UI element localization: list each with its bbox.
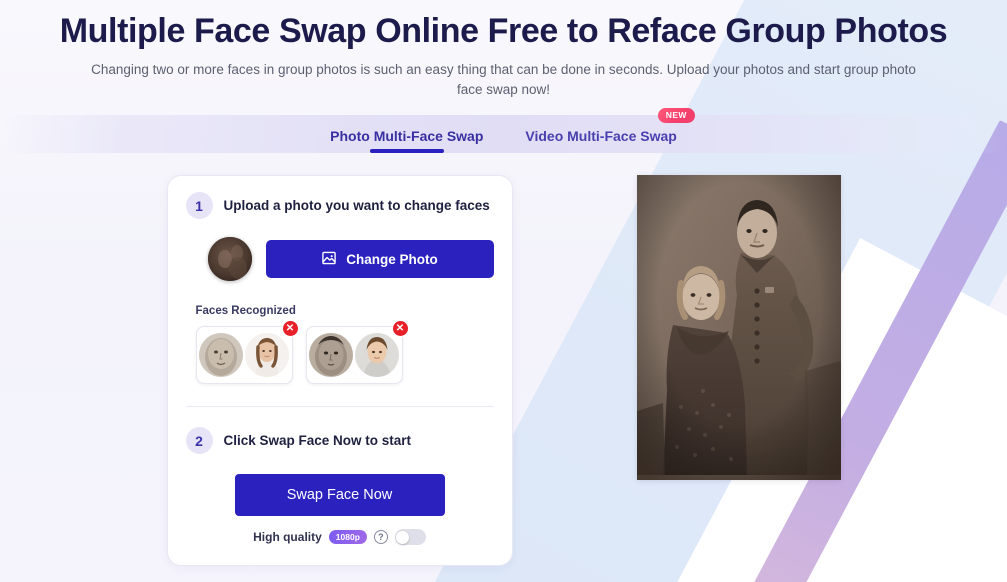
step-1-number: 1	[185, 192, 213, 220]
source-face-avatar	[199, 333, 243, 378]
high-quality-toggle[interactable]	[394, 529, 426, 546]
new-badge: NEW	[657, 108, 695, 123]
tab-video-multi-face-swap[interactable]: Video Multi-Face Swap NEW	[525, 108, 695, 153]
swap-face-now-button[interactable]: Swap Face Now	[234, 474, 445, 517]
face-pair-card[interactable]: ✕	[195, 320, 299, 385]
face-pair-card[interactable]: ✕	[305, 320, 409, 385]
remove-face-pair-button[interactable]: ✕	[391, 320, 409, 338]
tab-photo-multi-face-swap[interactable]: Photo Multi-Face Swap	[330, 128, 484, 154]
tab-photo-label: Photo Multi-Face Swap	[330, 128, 484, 145]
thumbnail-image	[207, 237, 252, 282]
target-face-image-2	[355, 333, 399, 378]
target-face-avatar	[355, 333, 399, 378]
step-2-title: Click Swap Face Now to start	[223, 433, 412, 449]
toggle-knob	[396, 530, 410, 544]
photo-preview[interactable]	[636, 175, 841, 481]
source-face-avatar	[309, 333, 353, 378]
page-root: Multiple Face Swap Online Free to Reface…	[0, 0, 1007, 567]
change-photo-label: Change Photo	[346, 251, 438, 267]
preview-image	[636, 175, 841, 481]
uploaded-photo-thumbnail[interactable]	[207, 237, 252, 282]
target-face-avatar	[245, 333, 289, 378]
faces-recognized-label: Faces Recognized	[195, 305, 296, 318]
help-icon[interactable]: ?	[373, 530, 388, 545]
step-2-section: 2 Click Swap Face Now to start Swap Face…	[185, 427, 494, 546]
change-photo-button[interactable]: Change Photo	[265, 240, 494, 279]
main-content: 1 Upload a photo you want to change face…	[0, 153, 1007, 567]
page-title: Multiple Face Swap Online Free to Reface…	[59, 12, 948, 50]
step-1-header: 1 Upload a photo you want to change face…	[185, 192, 494, 220]
quality-label: High quality	[253, 530, 322, 545]
step-divider	[185, 406, 494, 408]
step-2-number: 2	[185, 427, 213, 455]
tab-bar: Photo Multi-Face Swap Video Multi-Face S…	[0, 108, 1007, 154]
source-face-image-1	[199, 333, 243, 378]
quality-badge: 1080p	[328, 529, 367, 545]
step-2-header: 2 Click Swap Face Now to start	[185, 427, 494, 455]
tab-active-indicator	[369, 149, 444, 154]
faces-recognized-list: ✕ ✕	[186, 320, 494, 385]
image-icon	[321, 250, 337, 269]
target-face-image-1	[245, 333, 289, 378]
source-face-image-2	[309, 333, 353, 378]
upload-row: Change Photo	[186, 237, 494, 282]
tab-video-label: Video Multi-Face Swap	[525, 128, 677, 145]
remove-face-pair-button[interactable]: ✕	[281, 320, 299, 338]
swap-panel: 1 Upload a photo you want to change face…	[166, 175, 513, 567]
page-subtitle: Changing two or more faces in group phot…	[91, 62, 916, 97]
step-1-title: Upload a photo you want to change faces	[223, 198, 490, 214]
quality-row: High quality 1080p ?	[186, 529, 494, 546]
